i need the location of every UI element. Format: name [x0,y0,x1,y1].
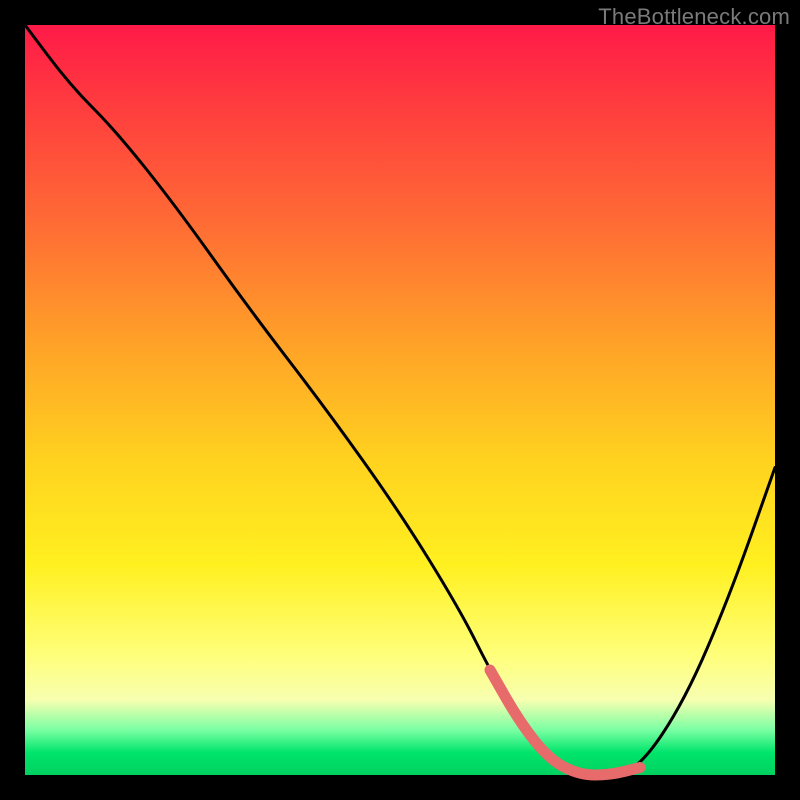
optimal-range-highlight [490,670,640,775]
bottleneck-curve [25,25,775,775]
curve-svg [25,25,775,775]
plot-area [25,25,775,775]
chart-frame: TheBottleneck.com [0,0,800,800]
